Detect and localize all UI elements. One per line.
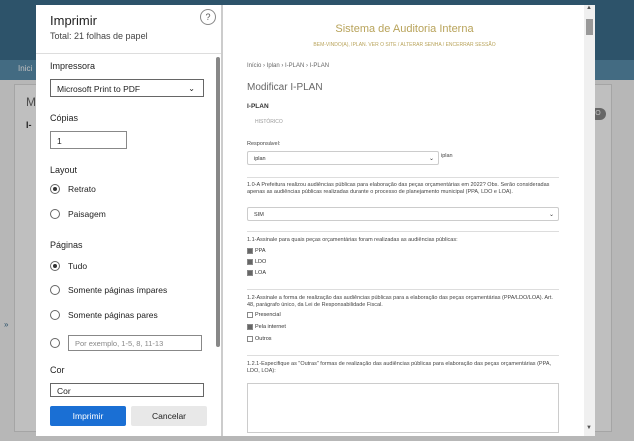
panel-footer: Imprimir Cancelar (36, 397, 221, 436)
checkbox-presencial (247, 312, 253, 318)
question-1: 1.0-A Prefeitura realizou audiências púb… (247, 182, 550, 195)
divider (247, 177, 559, 178)
print-button[interactable]: Imprimir (50, 406, 126, 426)
checkbox-internet-label: Pela internet (255, 324, 286, 330)
radio-custom-pages[interactable] (50, 338, 60, 348)
radio-portrait-label[interactable]: Retrato (68, 184, 96, 194)
scroll-up-icon[interactable]: ▲ (586, 5, 592, 11)
checkbox-ldo (247, 259, 253, 265)
checkbox-outros-label: Outros (255, 336, 272, 342)
top-links: BEM-VINDO(A), IPLAN. VER O SITE / ALTERA… (313, 42, 496, 48)
help-icon[interactable]: ? (200, 9, 216, 25)
responsavel-label: Responsável: (247, 141, 281, 147)
checkbox-ldo-label: LDO (255, 259, 267, 265)
preview-scrollbar[interactable]: ▲ ▼ (584, 5, 595, 436)
print-preview: Sistema de Auditoria Interna BEM-VINDO(A… (222, 5, 586, 436)
checkbox-ppa (247, 248, 253, 254)
chevron-down-icon: ⌄ (428, 156, 434, 162)
site-title: Sistema de Auditoria Interna (335, 23, 474, 35)
copies-label: Cópias (50, 113, 79, 123)
radio-portrait[interactable] (50, 184, 60, 194)
color-label: Cor (50, 365, 65, 375)
responsavel-select: iplan ⌄ (247, 151, 439, 165)
checkbox-presencial-label: Presencial (255, 312, 281, 318)
checkbox-loa-label: LOA (255, 270, 267, 276)
scroll-thumb[interactable] (586, 19, 593, 35)
copies-input[interactable]: 1 (50, 131, 127, 149)
radio-odd-pages[interactable] (50, 285, 60, 295)
checkbox-outros (247, 336, 253, 342)
custom-pages-input[interactable]: Por exemplo, 1-5, 8, 11-13 (68, 335, 202, 351)
radio-landscape-label[interactable]: Paisagem (68, 209, 106, 219)
divider (247, 355, 559, 356)
responsavel-hint: iplan (441, 153, 453, 159)
page-heading: Modificar I-PLAN (247, 82, 323, 93)
cancel-button[interactable]: Cancelar (131, 406, 207, 426)
divider (247, 289, 559, 290)
printer-value: Microsoft Print to PDF (57, 84, 141, 94)
radio-even-pages[interactable] (50, 310, 60, 320)
responsavel-value: iplan (254, 156, 266, 162)
scroll-down-icon[interactable]: ▼ (586, 425, 592, 431)
pages-label: Páginas (50, 240, 83, 250)
breadcrumb: Início › Iplan › I-PLAN › I-PLAN (247, 63, 330, 69)
section-title: I-PLAN (247, 103, 269, 110)
question-3: 1.2-Assinale a forma de realização das a… (247, 295, 553, 308)
color-select[interactable]: Cor (50, 383, 204, 397)
sheet-count: Total: 21 folhas de papel (50, 31, 148, 41)
radio-odd-pages-label[interactable]: Somente páginas ímpares (68, 285, 167, 295)
question-2: 1.1-Assinale para quais peças orçamentár… (247, 237, 458, 243)
radio-all-pages-label[interactable]: Tudo (68, 261, 87, 271)
print-title: Imprimir (50, 13, 97, 28)
question-4: 1.2.1-Especifique as "Outras" formas de … (247, 361, 552, 374)
question-1-value: SIM (254, 212, 264, 218)
divider (36, 53, 221, 54)
checkbox-loa (247, 270, 253, 276)
question-4-textarea (247, 383, 559, 433)
printer-select[interactable]: Microsoft Print to PDF ⌄ (50, 79, 204, 97)
chevron-down-icon: ⌄ (548, 212, 554, 218)
layout-label: Layout (50, 165, 78, 175)
checkbox-ppa-label: PPA (255, 248, 266, 254)
divider (247, 231, 559, 232)
radio-landscape[interactable] (50, 209, 60, 219)
history-link: HISTÓRICO (255, 119, 283, 125)
panel-scrollbar[interactable] (216, 57, 220, 347)
chevron-down-icon: ⌄ (188, 84, 195, 93)
radio-even-pages-label[interactable]: Somente páginas pares (68, 310, 158, 320)
question-1-select: SIM ⌄ (247, 207, 559, 221)
radio-all-pages[interactable] (50, 261, 60, 271)
print-settings-panel: Imprimir Total: 21 folhas de papel ? Imp… (36, 5, 222, 436)
checkbox-internet (247, 324, 253, 330)
color-value: Cor (57, 386, 71, 396)
printer-label: Impressora (50, 61, 96, 71)
